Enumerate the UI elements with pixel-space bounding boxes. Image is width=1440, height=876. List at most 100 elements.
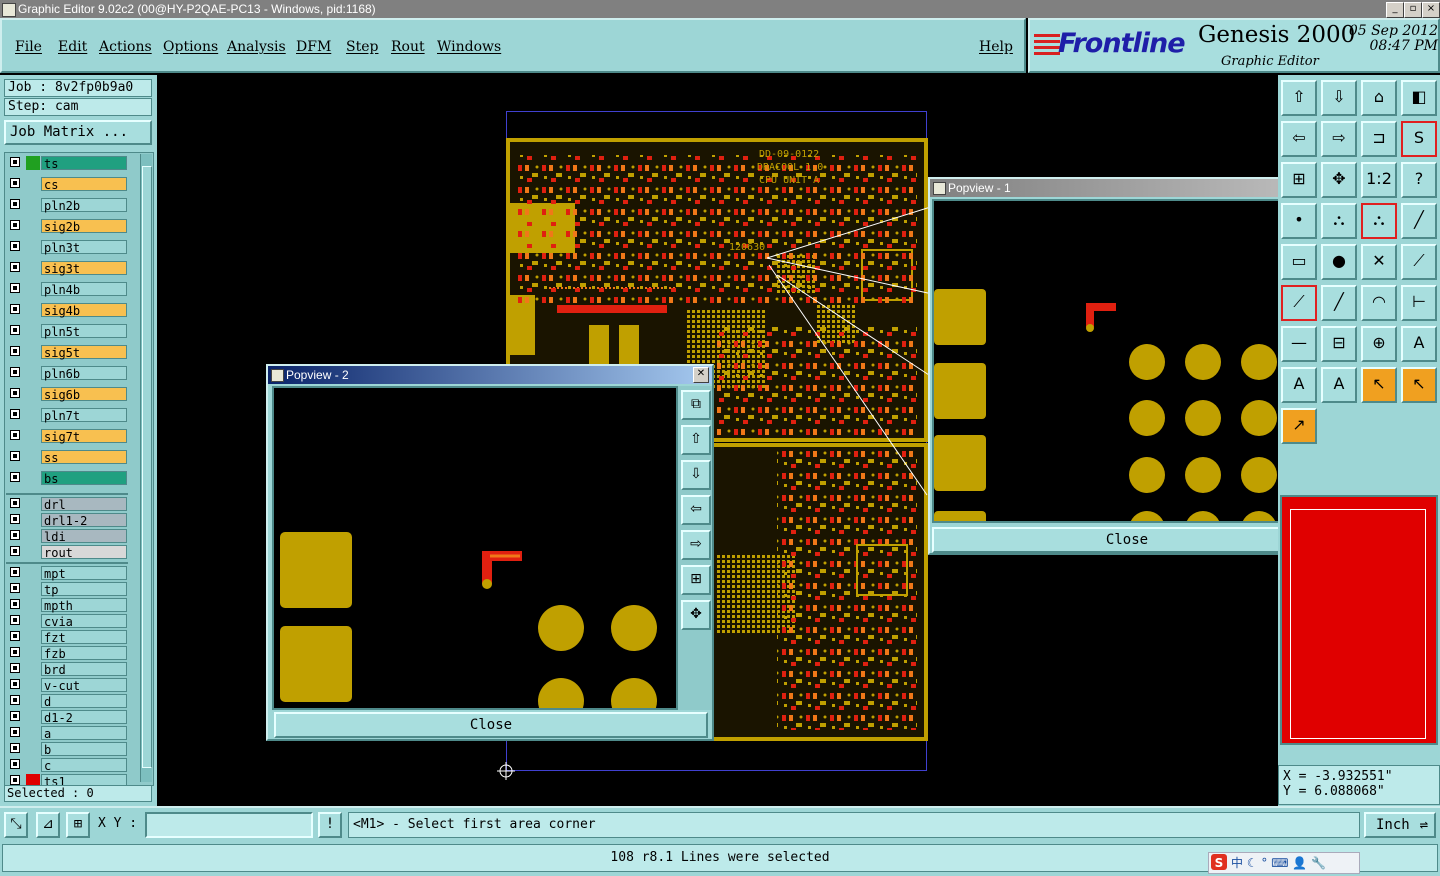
menu-help[interactable]: Help <box>979 39 1013 55</box>
layer-name[interactable]: pln7t <box>41 408 127 423</box>
menu-file[interactable]: File <box>15 39 42 55</box>
layer-name[interactable]: sig4b <box>41 303 127 318</box>
exclaim-icon[interactable]: ! <box>318 812 342 838</box>
layer-display-swatch[interactable] <box>26 324 40 338</box>
arrow-left-icon[interactable]: ⇦ <box>1281 121 1317 157</box>
layer-affected-checkbox[interactable] <box>10 775 20 785</box>
split-window-icon[interactable]: ◧ <box>1401 80 1437 116</box>
layer-affected-checkbox[interactable] <box>10 711 20 721</box>
layer-row-rout[interactable]: rout <box>7 545 127 560</box>
layer-row-sig2b[interactable]: sig2b <box>7 219 127 234</box>
layer-row-pln6b[interactable]: pln6b <box>7 366 127 381</box>
popview-2-close-button[interactable]: Close <box>274 712 708 738</box>
redraw-icon[interactable]: S <box>1401 121 1437 157</box>
net-red-icon[interactable]: ⛬ <box>1361 203 1397 239</box>
layer-display-swatch[interactable] <box>26 529 40 543</box>
popview-2-zoom-out-icon[interactable]: ✥ <box>681 600 711 630</box>
layer-affected-checkbox[interactable] <box>10 727 20 737</box>
slash-icon[interactable]: ╱ <box>1401 203 1437 239</box>
snap-icon[interactable]: ⟋ <box>1401 244 1437 280</box>
ime-toolbar[interactable]: S 中 ☾ ° ⌨ 👤 🔧 <box>1208 852 1360 874</box>
layer-row-brd[interactable]: brd <box>7 662 127 677</box>
layer-row-d[interactable]: d <box>7 694 127 709</box>
layer-display-swatch[interactable] <box>26 497 40 511</box>
layer-affected-checkbox[interactable] <box>10 599 20 609</box>
text-a3-icon[interactable]: A <box>1321 367 1357 403</box>
layer-affected-checkbox[interactable] <box>10 498 20 508</box>
layer-display-swatch[interactable] <box>26 614 40 628</box>
layer-affected-checkbox[interactable] <box>10 409 20 419</box>
layer-row-ss[interactable]: ss <box>7 450 127 465</box>
layer-display-swatch[interactable] <box>26 219 40 233</box>
text-a-icon[interactable]: A <box>1401 326 1437 362</box>
layer-name[interactable]: pln3t <box>41 240 127 255</box>
select-mode-icon[interactable]: ⤡ <box>4 812 28 838</box>
layer-scrollbar-thumb[interactable] <box>142 166 152 768</box>
layer-row-sig7t[interactable]: sig7t <box>7 429 127 444</box>
layer-affected-checkbox[interactable] <box>10 583 20 593</box>
layer-display-swatch[interactable] <box>26 742 40 756</box>
layer-affected-checkbox[interactable] <box>10 283 20 293</box>
layer-display-swatch[interactable] <box>26 758 40 772</box>
measure-mode-icon[interactable]: ⊿ <box>36 812 60 838</box>
arrow-down-icon[interactable]: ⇩ <box>1321 80 1357 116</box>
draw-line-icon[interactable]: ╱ <box>1321 285 1357 321</box>
layer-name[interactable]: ss <box>41 450 127 465</box>
layer-display-swatch[interactable] <box>26 177 40 191</box>
layer-row-b[interactable]: b <box>7 742 127 757</box>
unit-selector[interactable]: Inch ⇌ <box>1364 812 1436 838</box>
layer-row-drl[interactable]: drl <box>7 497 127 512</box>
layer-row-sig3t[interactable]: sig3t <box>7 261 127 276</box>
layer-name[interactable]: pln5t <box>41 324 127 339</box>
close-window-button[interactable]: × <box>1422 2 1440 18</box>
layer-affected-checkbox[interactable] <box>10 304 20 314</box>
arc-icon[interactable]: ◠ <box>1361 285 1397 321</box>
minimize-button[interactable]: _ <box>1386 2 1404 18</box>
layer-row-pln3t[interactable]: pln3t <box>7 240 127 255</box>
menu-edit[interactable]: Edit <box>58 39 87 55</box>
layer-affected-checkbox[interactable] <box>10 388 20 398</box>
net-icon[interactable]: ⛬ <box>1321 203 1357 239</box>
layer-display-swatch[interactable] <box>26 450 40 464</box>
line-icon[interactable]: • <box>1281 203 1317 239</box>
pointer3-icon[interactable]: ↗ <box>1281 408 1317 444</box>
layer-row-d1-2[interactable]: d1-2 <box>7 710 127 725</box>
house-icon[interactable]: ⌂ <box>1361 80 1397 116</box>
zoom-out-icon[interactable]: ⊞ <box>1281 162 1317 198</box>
layer-name[interactable]: mpt <box>41 566 127 581</box>
layer-name[interactable]: drl <box>41 497 127 512</box>
zoom-area-icon[interactable]: ⊐ <box>1361 121 1397 157</box>
layer-row-c[interactable]: c <box>7 758 127 773</box>
layer-row-cvia[interactable]: cvia <box>7 614 127 629</box>
menu-analysis[interactable]: Analysis <box>227 39 286 55</box>
layer-display-swatch[interactable] <box>26 582 40 596</box>
layer-name[interactable]: d1-2 <box>41 710 127 725</box>
popview-2-zoom-in-icon[interactable]: ⊞ <box>681 565 711 595</box>
layer-affected-checkbox[interactable] <box>10 451 20 461</box>
layer-name[interactable]: c <box>41 758 127 773</box>
layer-name[interactable]: a <box>41 726 127 741</box>
popview-2-restore-icon[interactable]: ⧉ <box>681 390 711 420</box>
layer-name[interactable]: sig2b <box>41 219 127 234</box>
help-icon[interactable]: ? <box>1401 162 1437 198</box>
layer-row-mpth[interactable]: mpth <box>7 598 127 613</box>
layer-display-swatch[interactable] <box>26 408 40 422</box>
layer-row-pln7t[interactable]: pln7t <box>7 408 127 423</box>
layer-name[interactable]: pln4b <box>41 282 127 297</box>
menu-rout[interactable]: Rout <box>391 39 425 55</box>
layer-name[interactable]: pln6b <box>41 366 127 381</box>
cross-icon[interactable]: ✕ <box>1361 244 1397 280</box>
layer-name[interactable]: rout <box>41 545 127 560</box>
layer-row-sig5t[interactable]: sig5t <box>7 345 127 360</box>
layer-row-sig4b[interactable]: sig4b <box>7 303 127 318</box>
layer-affected-checkbox[interactable] <box>10 695 20 705</box>
layer-row-ldi[interactable]: ldi <box>7 529 127 544</box>
pointer-icon[interactable]: ↖ <box>1361 367 1397 403</box>
hline-icon[interactable]: — <box>1281 326 1317 362</box>
layer-name[interactable]: mpth <box>41 598 127 613</box>
popview-2-right-icon[interactable]: ⇨ <box>681 530 711 560</box>
layer-affected-checkbox[interactable] <box>10 472 20 482</box>
layer-display-swatch[interactable] <box>26 678 40 692</box>
layer-row-fzt[interactable]: fzt <box>7 630 127 645</box>
layer-affected-checkbox[interactable] <box>10 679 20 689</box>
